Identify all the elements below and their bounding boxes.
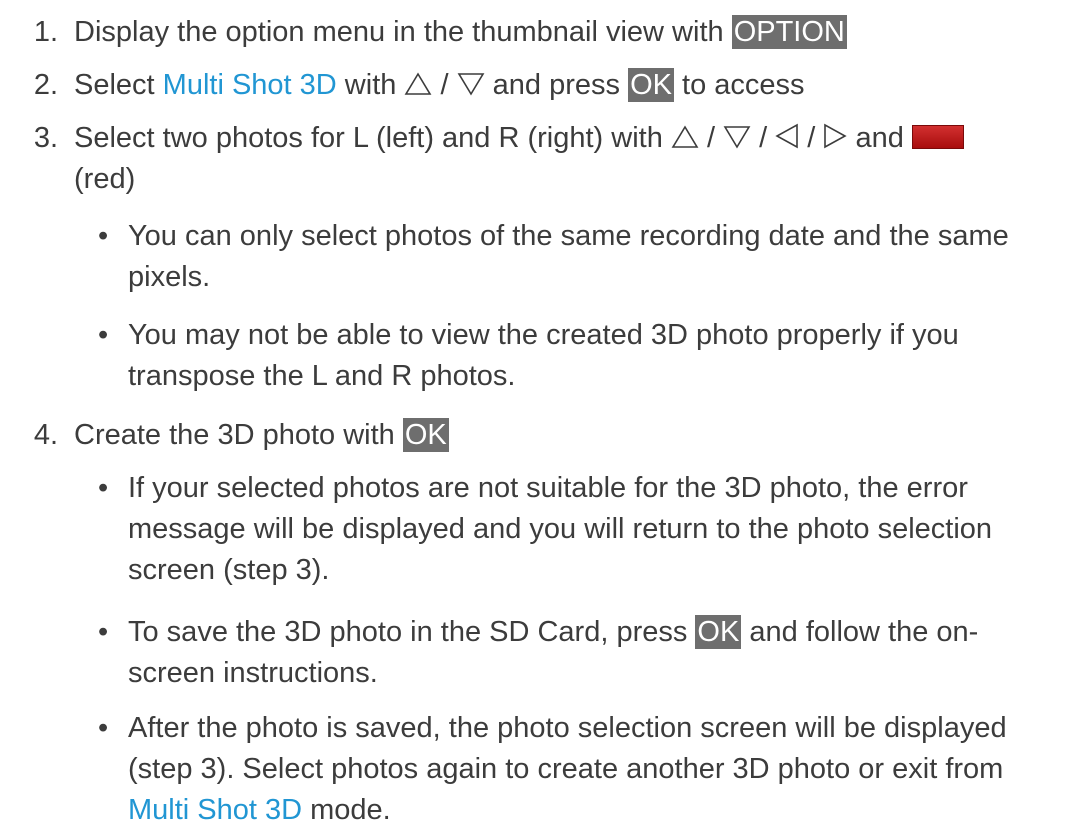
bullet-text: If your selected photos are not suitable… bbox=[128, 472, 993, 586]
bullet-text: To save the 3D photo in the SD Card, pre… bbox=[128, 615, 979, 689]
step-number: 2. bbox=[33, 69, 58, 101]
step-number: 3. bbox=[33, 122, 58, 154]
step-1: 1. Display the option menu in the thumbn… bbox=[0, 12, 1060, 53]
instruction-page: 1. Display the option menu in the thumbn… bbox=[0, 0, 1078, 826]
bullet-text: You may not be able to view the created … bbox=[128, 319, 959, 392]
bullet-item: • After the photo is saved, the photo se… bbox=[98, 708, 1058, 831]
left-triangle-icon bbox=[775, 123, 799, 149]
step-2: 2. Select Multi Shot 3D with / and press… bbox=[0, 65, 1060, 106]
down-triangle-icon bbox=[723, 126, 751, 149]
ok-key: OK bbox=[695, 615, 742, 649]
up-triangle-icon bbox=[405, 72, 432, 95]
bullet-dot: • bbox=[98, 319, 109, 351]
ok-key: OK bbox=[402, 418, 449, 452]
bullet-text: You can only select photos of the same r… bbox=[128, 220, 1009, 293]
down-triangle-icon bbox=[457, 73, 485, 96]
step-text: Create the 3D photo with OK bbox=[74, 418, 449, 452]
multi-shot-3d-link[interactable]: Multi Shot 3D bbox=[163, 69, 337, 101]
ok-key: OK bbox=[628, 68, 674, 102]
up-triangle-icon bbox=[671, 125, 699, 148]
step-number: 1. bbox=[33, 16, 58, 48]
step-4: 4. Create the 3D photo with OK bbox=[0, 415, 1060, 456]
step-text: Display the option menu in the thumbnail… bbox=[74, 15, 847, 49]
red-button-icon bbox=[911, 125, 964, 149]
bullet-dot: • bbox=[98, 712, 109, 744]
bullet-item: • If your selected photos are not suitab… bbox=[98, 468, 1058, 591]
step-text: Select Multi Shot 3D with / and press OK… bbox=[74, 68, 805, 102]
bullet-item: • You may not be able to view the create… bbox=[98, 315, 1058, 397]
right-triangle-icon bbox=[824, 123, 848, 149]
step-3: 3. Select two photos for L (left) and R … bbox=[0, 118, 1060, 200]
bullet-dot: • bbox=[98, 616, 109, 648]
multi-shot-3d-link[interactable]: Multi Shot 3D bbox=[128, 794, 302, 826]
bullet-item: • You can only select photos of the same… bbox=[98, 216, 1058, 298]
bullet-item: • To save the 3D photo in the SD Card, p… bbox=[98, 612, 1058, 694]
bullet-text: After the photo is saved, the photo sele… bbox=[128, 712, 1007, 826]
option-key: OPTION bbox=[731, 15, 847, 49]
bullet-dot: • bbox=[98, 472, 109, 504]
step-number: 4. bbox=[33, 419, 58, 451]
step-text: Select two photos for L (left) and R (ri… bbox=[74, 118, 1060, 200]
bullet-dot: • bbox=[98, 220, 109, 252]
